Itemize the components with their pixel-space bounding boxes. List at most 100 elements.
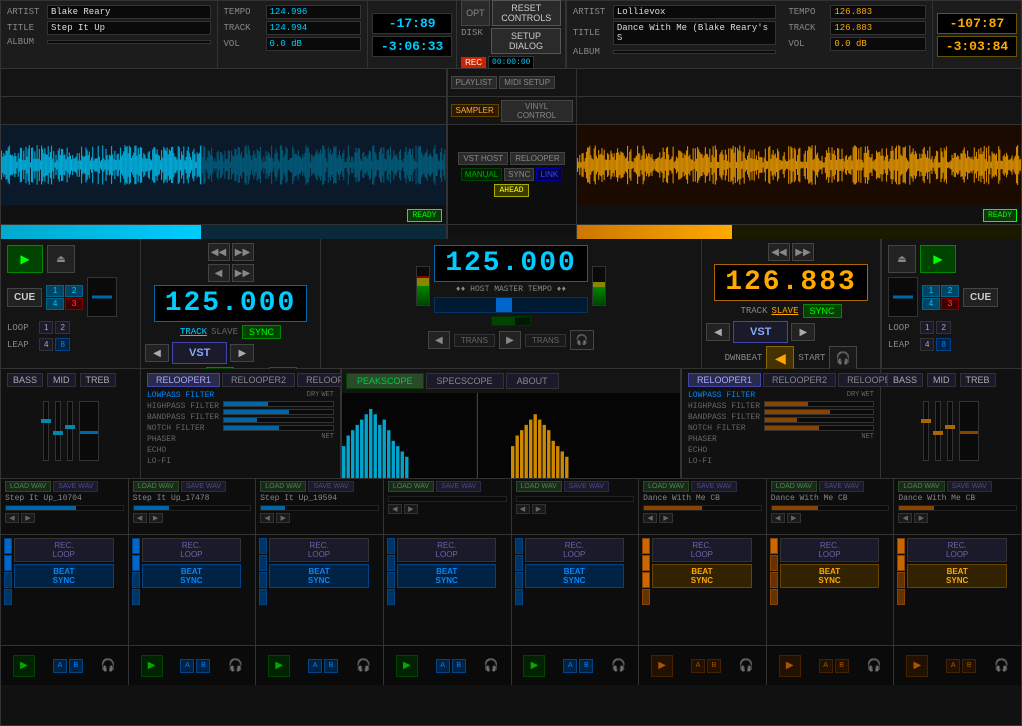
left-bandpass-filter[interactable]: BANDPASS FILTER [147,413,219,422]
right-nav-next[interactable]: ▶▶ [792,243,814,261]
sampler-0-next[interactable]: ▶ [21,513,35,523]
sampler-1-load[interactable]: LOAD WAV [133,481,179,492]
master-prev[interactable]: ◀ [428,331,450,349]
sampler-5-load[interactable]: LOAD WAV [643,481,689,492]
left-nav-fwd[interactable]: ▶▶ [232,264,254,282]
right-nav-prev[interactable]: ◀◀ [768,243,790,261]
playlist-button[interactable]: PLAYLIST [451,76,498,89]
left-cue-3[interactable]: 3 [65,298,83,310]
right-forward-button[interactable]: ◀ [766,346,794,370]
beat-3-beat-sync[interactable]: BEATSYNC [397,564,497,588]
left-filter-slider4[interactable] [223,425,334,431]
bottom-b-4[interactable]: B [579,659,593,673]
sampler-6-load[interactable]: LOAD WAV [771,481,817,492]
sampler-7-save[interactable]: SAVE WAV [947,481,992,492]
beat-2-rec-loop[interactable]: REC.LOOP [269,538,369,562]
vst-host-button[interactable]: VST HOST [458,152,508,165]
right-headphones-button[interactable]: 🎧 [829,346,857,370]
bottom-b-5[interactable]: B [707,659,721,673]
right-filter-slider3[interactable] [764,417,874,423]
specscope-tab[interactable]: SPECSCOPE [426,373,504,389]
beat-5-beat-sync[interactable]: BEATSYNC [652,564,752,588]
sampler-3-save[interactable]: SAVE WAV [436,481,481,492]
left-leap-4[interactable]: 4 [39,338,53,351]
right-treb-btn[interactable]: TREB [960,373,996,387]
right-eq-mid-slider[interactable] [935,401,941,461]
right-play-button[interactable]: ▶ [920,245,956,273]
sampler-6-prev[interactable]: ◀ [771,513,785,523]
left-filter-slider2[interactable] [223,409,334,415]
bottom-play-4[interactable]: ▶ [523,655,545,677]
right-eq-master[interactable] [959,401,979,461]
left-cue-2[interactable]: 2 [65,285,83,297]
sampler-4-load[interactable]: LOAD WAV [516,481,562,492]
right-cue-1[interactable]: 1 [922,285,940,297]
sampler-0-prev[interactable]: ◀ [5,513,19,523]
right-vst-button[interactable]: VST [733,321,788,343]
left-eq-mid-slider[interactable] [55,401,61,461]
sampler-2-next[interactable]: ▶ [276,513,290,523]
right-cue-button[interactable]: CUE [963,288,998,307]
midi-setup-button[interactable]: MIDI SETUP [499,76,555,89]
bottom-a-7[interactable]: A [946,659,960,673]
right-phaser-filter[interactable]: PHASER [688,435,760,444]
bottom-a-4[interactable]: A [563,659,577,673]
left-echo-filter[interactable]: ECHO [147,446,219,455]
sampler-4-save[interactable]: SAVE WAV [564,481,609,492]
beat-0-beat-sync[interactable]: BEATSYNC [14,564,114,588]
sampler-4-progress[interactable] [516,496,635,502]
right-progress[interactable] [577,225,1022,239]
right-sync-button[interactable]: SYNC [803,304,842,318]
right-relooper2-tab[interactable]: RELOOPER2 [763,373,836,387]
left-pitch-fwd[interactable]: ▶ [230,344,254,362]
right-cue-3[interactable]: 3 [941,298,959,310]
bottom-b-2[interactable]: B [324,659,338,673]
sampler-6-progress[interactable] [771,505,890,511]
bottom-b-1[interactable]: B [196,659,210,673]
sampler-6-save[interactable]: SAVE WAV [819,481,864,492]
bottom-play-5[interactable]: ▶ [651,655,673,677]
sampler-button[interactable]: SAMPLER [451,104,499,117]
beat-3-rec-loop[interactable]: REC.LOOP [397,538,497,562]
right-loop-2[interactable]: 2 [936,321,950,334]
sampler-1-save[interactable]: SAVE WAV [181,481,226,492]
right-lofi-filter[interactable]: LO-FI [688,457,760,466]
sampler-3-progress[interactable] [388,496,507,502]
left-relooper2-tab[interactable]: RELOOPER2 [222,373,295,387]
left-lowpass-filter[interactable]: LOWPASS FILTER [147,391,219,400]
right-pitch-fwd[interactable]: ▶ [791,323,815,341]
sampler-7-progress[interactable] [898,505,1017,511]
beat-0-rec-loop[interactable]: REC.LOOP [14,538,114,562]
right-leap-8[interactable]: 8 [936,338,950,351]
right-filter-slider4[interactable] [764,425,874,431]
left-mid-btn[interactable]: MID [47,373,76,387]
sampler-5-progress[interactable] [643,505,762,511]
reset-controls-button[interactable]: RESET CONTROLS [492,0,561,26]
right-trans-button[interactable]: TRANS [525,334,566,347]
sampler-2-progress[interactable] [260,505,379,511]
left-notch-filter[interactable]: NOTCH FILTER [147,424,219,433]
vinyl-control-button[interactable]: VINYL CONTROL [501,100,573,122]
left-sync-button[interactable]: SYNC [242,325,281,339]
left-bass-btn[interactable]: BASS [7,373,43,387]
bottom-play-1[interactable]: ▶ [141,655,163,677]
beat-1-rec-loop[interactable]: REC.LOOP [142,538,242,562]
beat-7-rec-loop[interactable]: REC.LOOP [907,538,1007,562]
right-eject-button[interactable]: ⏏ [888,245,916,273]
master-next[interactable]: ▶ [499,331,521,349]
sampler-2-prev[interactable]: ◀ [260,513,274,523]
sampler-0-progress[interactable] [5,505,124,511]
bottom-a-5[interactable]: A [691,659,705,673]
left-eject-button[interactable]: ⏏ [47,245,75,273]
sampler-3-load[interactable]: LOAD WAV [388,481,434,492]
bottom-b-0[interactable]: B [69,659,83,673]
right-eq-treb-slider[interactable] [947,401,953,461]
bottom-b-6[interactable]: B [835,659,849,673]
sampler-7-next[interactable]: ▶ [914,513,928,523]
right-mid-btn[interactable]: MID [927,373,956,387]
left-relooper1-tab[interactable]: RELOOPER1 [147,373,220,387]
right-highpass-filter[interactable]: HIGHPASS FILTER [688,402,760,411]
left-nav-back[interactable]: ◀ [208,264,230,282]
master-headphones[interactable]: 🎧 [570,330,594,350]
sampler-7-load[interactable]: LOAD WAV [898,481,944,492]
